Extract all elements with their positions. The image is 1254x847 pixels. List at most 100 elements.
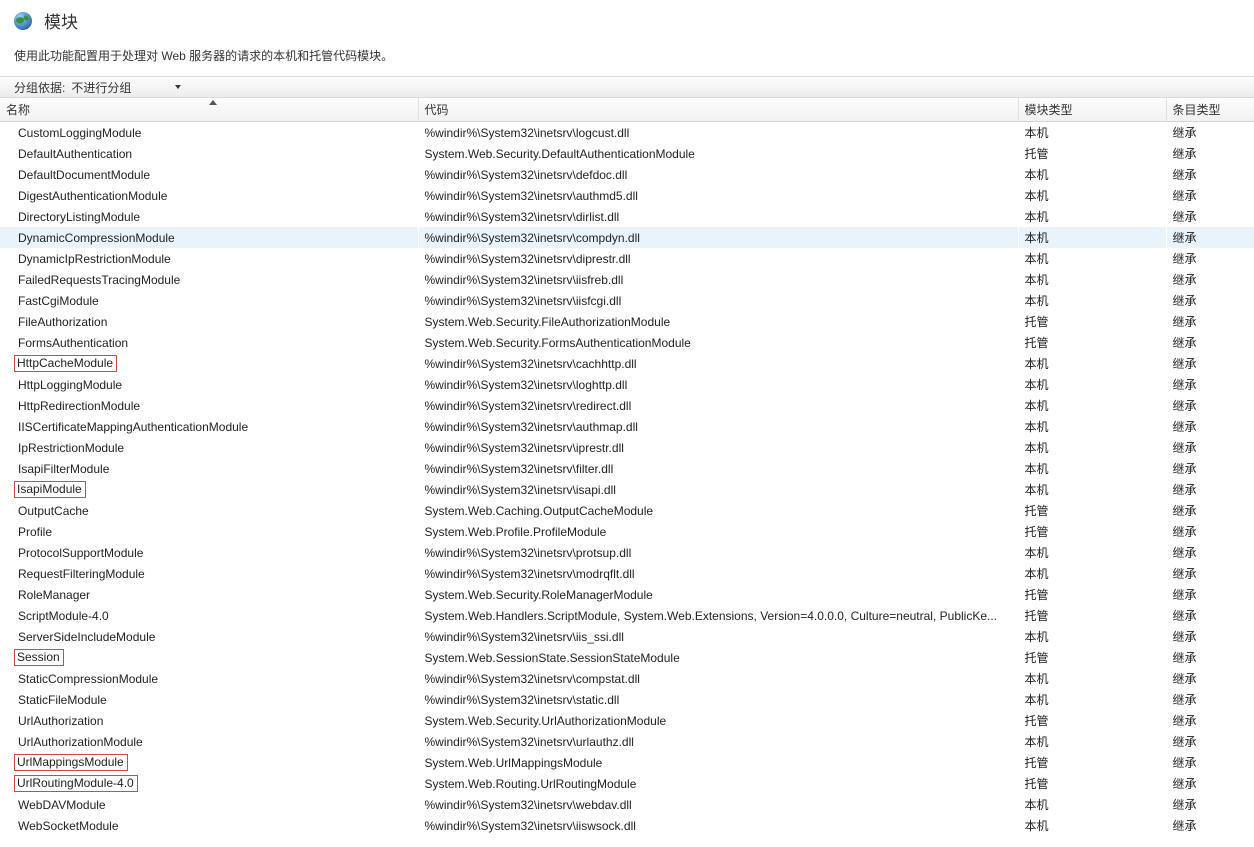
table-row[interactable]: ProfileSystem.Web.Profile.ProfileModule托… <box>0 521 1254 542</box>
table-row[interactable]: UrlRoutingModule-4.0System.Web.Routing.U… <box>0 773 1254 794</box>
cell-name: StaticCompressionModule <box>0 668 418 689</box>
table-row[interactable]: WebDAVModule%windir%\System32\inetsrv\we… <box>0 794 1254 815</box>
cell-code: System.Web.SessionState.SessionStateModu… <box>418 647 1018 668</box>
cell-module-type: 本机 <box>1018 479 1166 500</box>
table-row[interactable]: UrlAuthorizationSystem.Web.Security.UrlA… <box>0 710 1254 731</box>
cell-name: Session <box>0 647 418 668</box>
table-row[interactable]: DefaultAuthenticationSystem.Web.Security… <box>0 143 1254 164</box>
column-header-name[interactable]: 名称 <box>0 98 418 122</box>
cell-module-type: 本机 <box>1018 542 1166 563</box>
table-row[interactable]: UrlMappingsModuleSystem.Web.UrlMappingsM… <box>0 752 1254 773</box>
cell-name: DirectoryListingModule <box>0 206 418 227</box>
cell-code: %windir%\System32\inetsrv\compdyn.dll <box>418 227 1018 248</box>
column-header-code[interactable]: 代码 <box>418 98 1018 122</box>
column-header-entry-type[interactable]: 条目类型 <box>1166 98 1254 122</box>
cell-code: System.Web.Routing.UrlRoutingModule <box>418 773 1018 794</box>
cell-entry-type: 继承 <box>1166 815 1254 836</box>
cell-module-type: 本机 <box>1018 269 1166 290</box>
cell-name: HttpLoggingModule <box>0 374 418 395</box>
cell-entry-type: 继承 <box>1166 269 1254 290</box>
chevron-down-icon <box>175 85 181 89</box>
cell-name: DynamicCompressionModule <box>0 227 418 248</box>
cell-name: Profile <box>0 521 418 542</box>
cell-module-type: 托管 <box>1018 332 1166 353</box>
table-row[interactable]: RequestFilteringModule%windir%\System32\… <box>0 563 1254 584</box>
cell-entry-type: 继承 <box>1166 794 1254 815</box>
cell-name: FileAuthorization <box>0 311 418 332</box>
column-header-module-type[interactable]: 模块类型 <box>1018 98 1166 122</box>
table-row[interactable]: UrlAuthorizationModule%windir%\System32\… <box>0 731 1254 752</box>
table-row[interactable]: IpRestrictionModule%windir%\System32\ine… <box>0 437 1254 458</box>
cell-name: RoleManager <box>0 584 418 605</box>
table-row[interactable]: FormsAuthenticationSystem.Web.Security.F… <box>0 332 1254 353</box>
cell-code: %windir%\System32\inetsrv\modrqflt.dll <box>418 563 1018 584</box>
cell-entry-type: 继承 <box>1166 689 1254 710</box>
table-row[interactable]: IsapiFilterModule%windir%\System32\inets… <box>0 458 1254 479</box>
table-row[interactable]: DirectoryListingModule%windir%\System32\… <box>0 206 1254 227</box>
table-row[interactable]: ProtocolSupportModule%windir%\System32\i… <box>0 542 1254 563</box>
cell-name: FastCgiModule <box>0 290 418 311</box>
table-row[interactable]: SessionSystem.Web.SessionState.SessionSt… <box>0 647 1254 668</box>
table-row[interactable]: IsapiModule%windir%\System32\inetsrv\isa… <box>0 479 1254 500</box>
table-row[interactable]: DefaultDocumentModule%windir%\System32\i… <box>0 164 1254 185</box>
cell-code: System.Web.Security.FormsAuthenticationM… <box>418 332 1018 353</box>
table-header-row: 名称 代码 模块类型 条目类型 <box>0 98 1254 122</box>
cell-module-type: 托管 <box>1018 647 1166 668</box>
cell-name: DigestAuthenticationModule <box>0 185 418 206</box>
cell-name: ScriptModule-4.0 <box>0 605 418 626</box>
group-by-selected: 不进行分组 <box>71 79 131 96</box>
table-row[interactable]: OutputCacheSystem.Web.Caching.OutputCach… <box>0 500 1254 521</box>
cell-name: IpRestrictionModule <box>0 437 418 458</box>
table-row[interactable]: StaticFileModule%windir%\System32\inetsr… <box>0 689 1254 710</box>
cell-code: %windir%\System32\inetsrv\redirect.dll <box>418 395 1018 416</box>
cell-code: %windir%\System32\inetsrv\dirlist.dll <box>418 206 1018 227</box>
cell-code: System.Web.Handlers.ScriptModule, System… <box>418 605 1018 626</box>
cell-entry-type: 继承 <box>1166 752 1254 773</box>
table-row[interactable]: ServerSideIncludeModule%windir%\System32… <box>0 626 1254 647</box>
cell-name: CustomLoggingModule <box>0 122 418 144</box>
cell-code: System.Web.Security.RoleManagerModule <box>418 584 1018 605</box>
cell-name: ServerSideIncludeModule <box>0 626 418 647</box>
table-row[interactable]: StaticCompressionModule%windir%\System32… <box>0 668 1254 689</box>
table-row[interactable]: WebSocketModule%windir%\System32\inetsrv… <box>0 815 1254 836</box>
cell-entry-type: 继承 <box>1166 332 1254 353</box>
table-row[interactable]: FileAuthorizationSystem.Web.Security.Fil… <box>0 311 1254 332</box>
table-row[interactable]: RoleManagerSystem.Web.Security.RoleManag… <box>0 584 1254 605</box>
cell-module-type: 托管 <box>1018 710 1166 731</box>
cell-module-type: 托管 <box>1018 773 1166 794</box>
cell-code: %windir%\System32\inetsrv\loghttp.dll <box>418 374 1018 395</box>
cell-module-type: 本机 <box>1018 815 1166 836</box>
table-row[interactable]: HttpLoggingModule%windir%\System32\inets… <box>0 374 1254 395</box>
table-row[interactable]: DynamicIpRestrictionModule%windir%\Syste… <box>0 248 1254 269</box>
cell-code: %windir%\System32\inetsrv\iis_ssi.dll <box>418 626 1018 647</box>
cell-code: System.Web.UrlMappingsModule <box>418 752 1018 773</box>
table-row[interactable]: FastCgiModule%windir%\System32\inetsrv\i… <box>0 290 1254 311</box>
cell-entry-type: 继承 <box>1166 458 1254 479</box>
table-row[interactable]: CustomLoggingModule%windir%\System32\ine… <box>0 122 1254 144</box>
cell-entry-type: 继承 <box>1166 353 1254 374</box>
cell-code: System.Web.Security.DefaultAuthenticatio… <box>418 143 1018 164</box>
cell-entry-type: 继承 <box>1166 185 1254 206</box>
cell-code: %windir%\System32\inetsrv\iprestr.dll <box>418 437 1018 458</box>
group-by-dropdown[interactable]: 不进行分组 <box>71 79 189 96</box>
table-row[interactable]: DynamicCompressionModule%windir%\System3… <box>0 227 1254 248</box>
cell-code: %windir%\System32\inetsrv\authmd5.dll <box>418 185 1018 206</box>
cell-entry-type: 继承 <box>1166 563 1254 584</box>
cell-module-type: 本机 <box>1018 731 1166 752</box>
table-row[interactable]: HttpRedirectionModule%windir%\System32\i… <box>0 395 1254 416</box>
cell-module-type: 托管 <box>1018 143 1166 164</box>
cell-module-type: 本机 <box>1018 689 1166 710</box>
cell-code: %windir%\System32\inetsrv\logcust.dll <box>418 122 1018 144</box>
cell-module-type: 本机 <box>1018 563 1166 584</box>
table-row[interactable]: HttpCacheModule%windir%\System32\inetsrv… <box>0 353 1254 374</box>
cell-entry-type: 继承 <box>1166 605 1254 626</box>
cell-code: %windir%\System32\inetsrv\webdav.dll <box>418 794 1018 815</box>
table-row[interactable]: ScriptModule-4.0System.Web.Handlers.Scri… <box>0 605 1254 626</box>
page-header: 模块 <box>0 0 1254 37</box>
cell-entry-type: 继承 <box>1166 521 1254 542</box>
table-row[interactable]: IISCertificateMappingAuthenticationModul… <box>0 416 1254 437</box>
table-row[interactable]: FailedRequestsTracingModule%windir%\Syst… <box>0 269 1254 290</box>
cell-entry-type: 继承 <box>1166 143 1254 164</box>
cell-entry-type: 继承 <box>1166 584 1254 605</box>
table-row[interactable]: DigestAuthenticationModule%windir%\Syste… <box>0 185 1254 206</box>
